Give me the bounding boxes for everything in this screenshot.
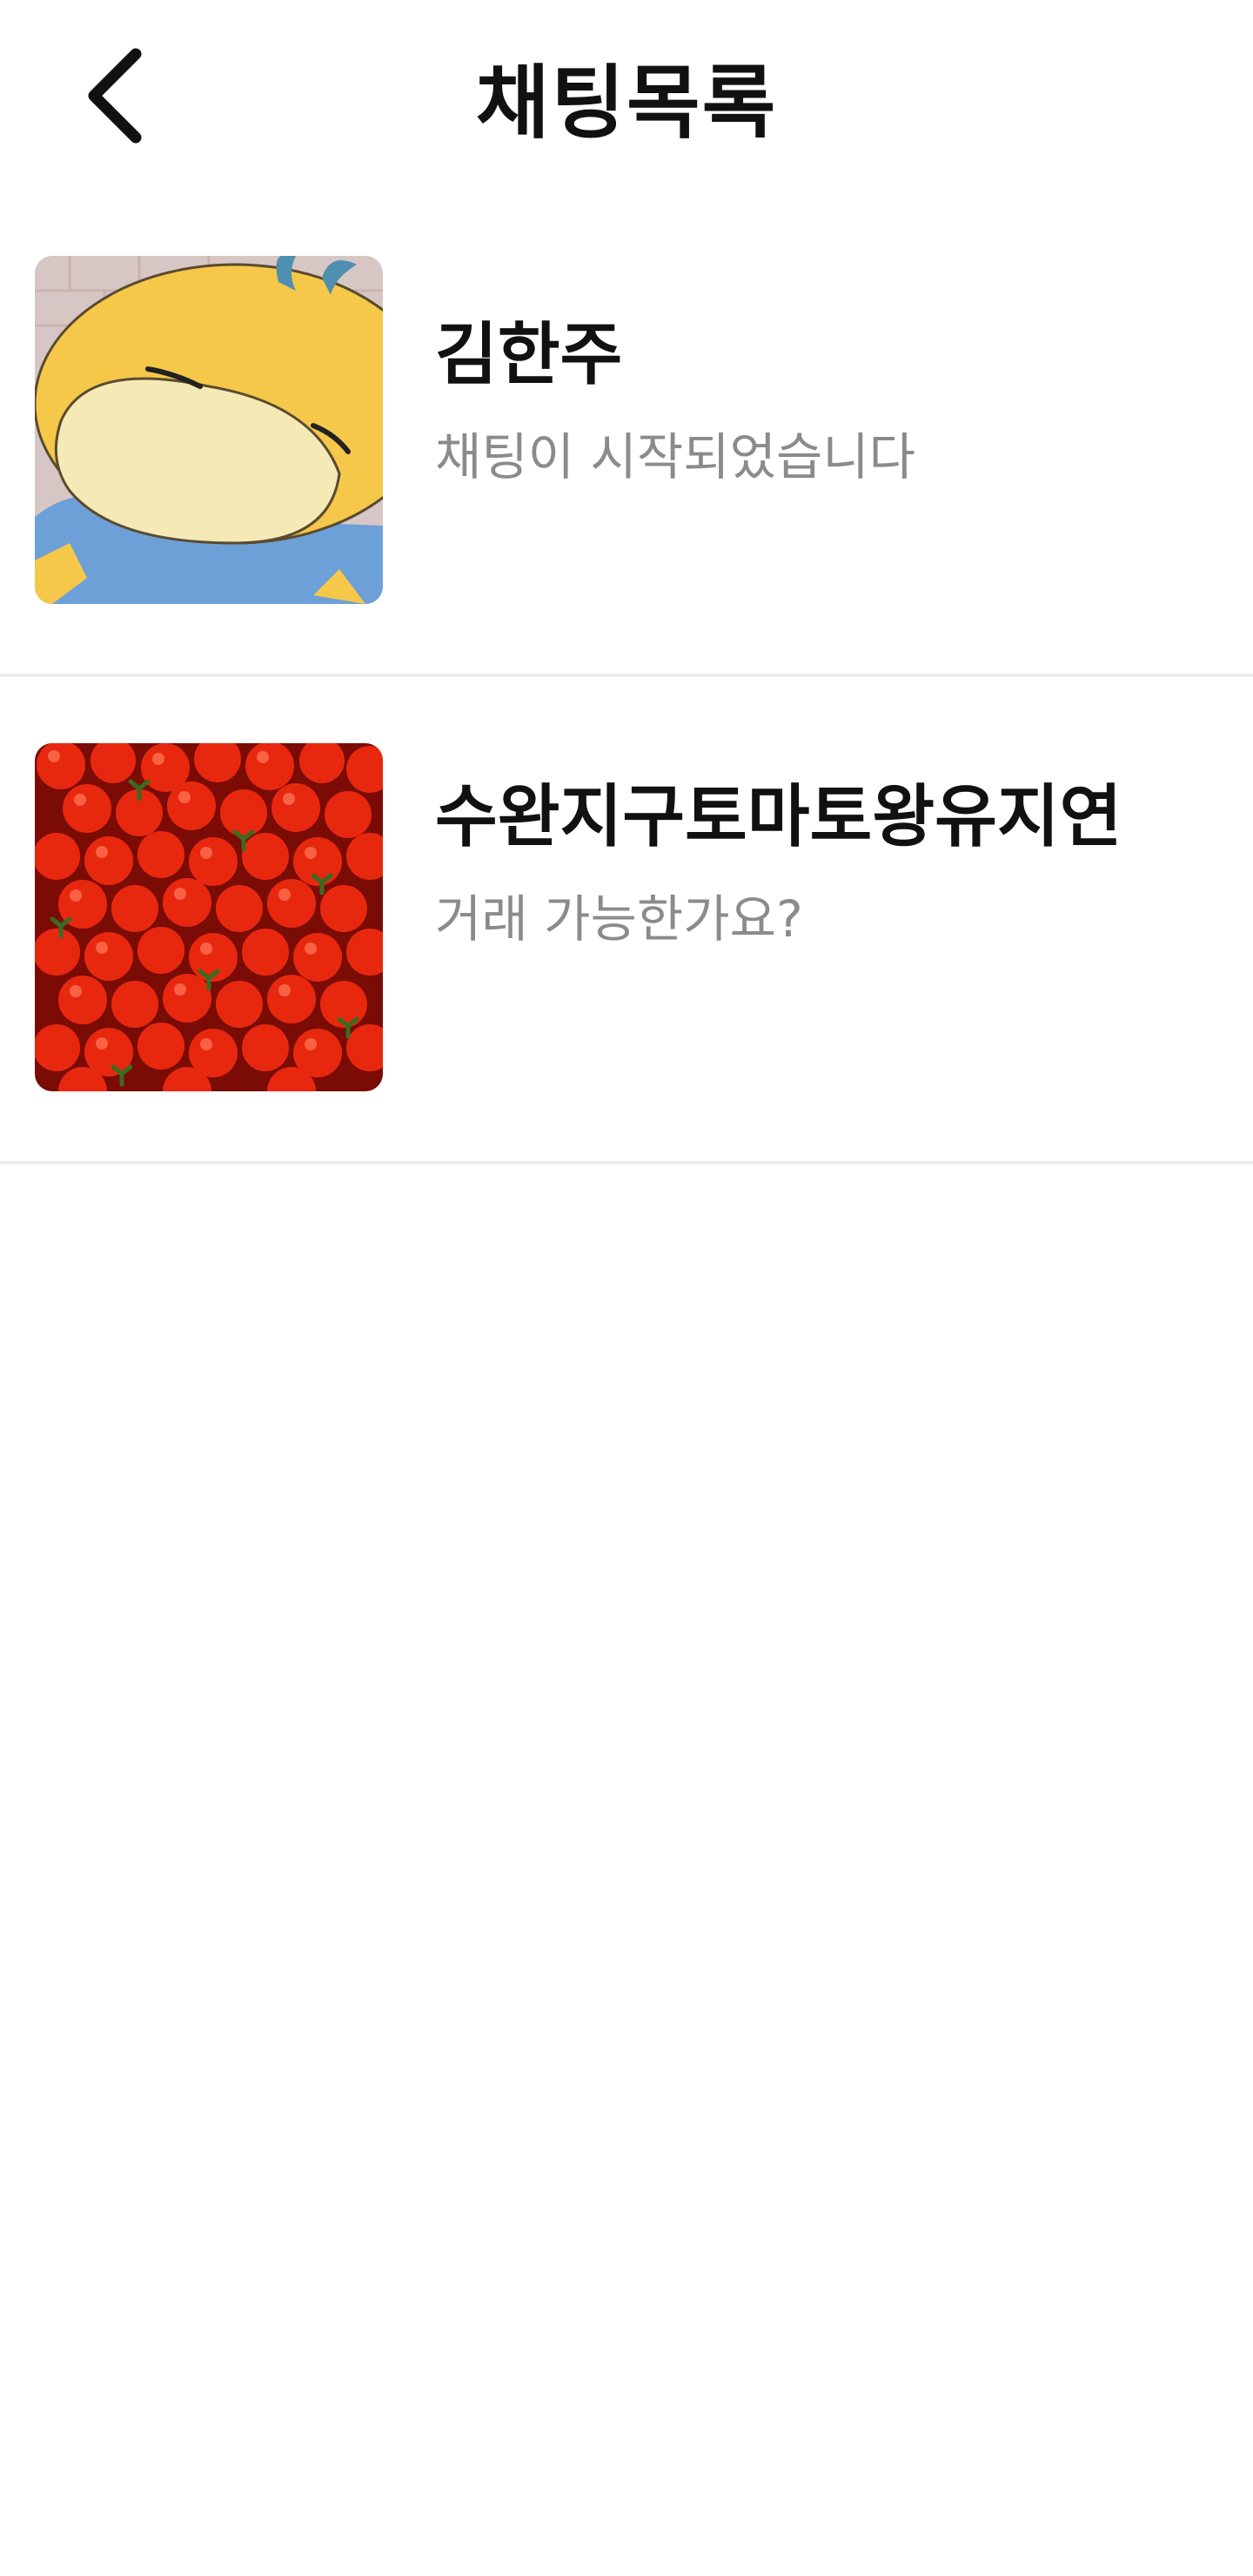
chat-list-item[interactable]: 김한주 채팅이 시작되었습니다 [0, 218, 1253, 677]
chat-list-item[interactable]: 수완지구토마토왕유지연 거래 가능한가요? [0, 677, 1253, 1164]
avatar [35, 743, 383, 1091]
chat-list-screen: 채팅목록 김한주 채팅이 시작되었습니다 수완지구토마토왕유지연 거래 가능한가… [0, 0, 1253, 2576]
chat-last-message: 채팅이 시작되었습니다 [435, 427, 916, 486]
chat-text-block: 김한주 채팅이 시작되었습니다 [435, 318, 1218, 486]
chat-last-message: 거래 가능한가요? [435, 889, 803, 949]
top-app-bar: 채팅목록 [0, 0, 1253, 191]
tomatoes-avatar-image [35, 743, 383, 1091]
chat-text-block: 수완지구토마토왕유지연 거래 가능한가요? [435, 780, 1218, 949]
page-title: 채팅목록 [475, 57, 778, 150]
avatar [35, 256, 383, 604]
chat-name: 김한주 [435, 316, 623, 394]
chat-name: 수완지구토마토왕유지연 [435, 778, 1122, 856]
chat-list: 김한주 채팅이 시작되었습니다 수완지구토마토왕유지연 거래 가능한가요? [0, 218, 1253, 1164]
psyduck-avatar-image [35, 256, 383, 604]
